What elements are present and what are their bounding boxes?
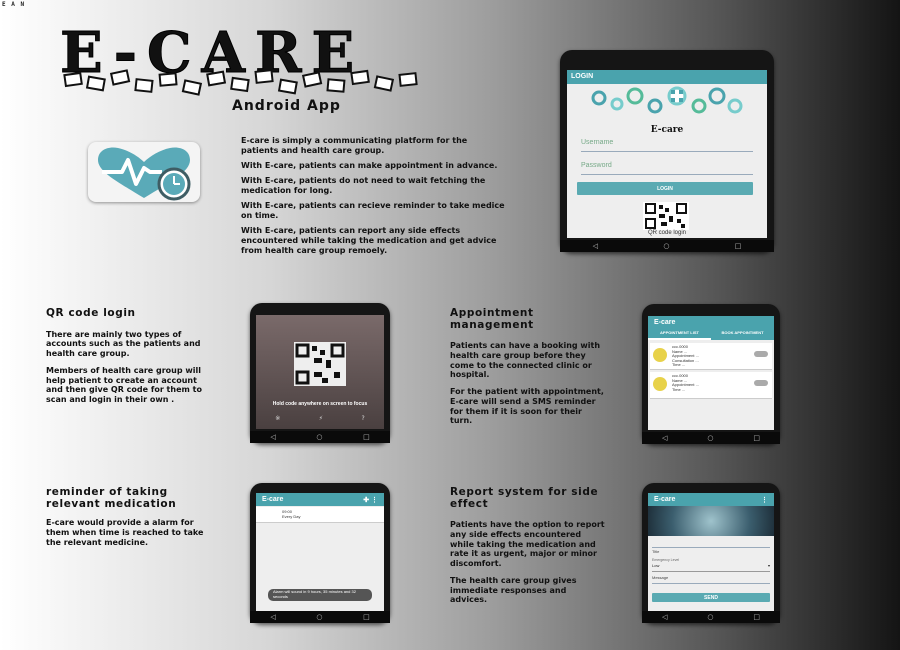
intro-paragraph: With E-care, patients do not need to wai… (241, 176, 486, 195)
report-paragraph: Patients have the option to report any s… (450, 520, 605, 569)
nav-bar: ◁ ○ □ (250, 611, 390, 623)
add-icon[interactable]: ✚ ⋮ (363, 496, 378, 504)
reminder-phone: E-care ✚ ⋮ 09:00 Every Day Alarm will so… (250, 483, 390, 623)
emergency-value: Low (652, 563, 660, 568)
dropdown-arrow-icon: ▾ (767, 563, 770, 568)
intro-paragraph: With E-care, patients can recieve remind… (241, 201, 505, 220)
scan-hint: Hold code anywhere on screen to focus (272, 401, 368, 407)
qr-pattern-icon (645, 203, 687, 229)
heartbeat-icon (98, 147, 191, 201)
alarm-repeat: Every Day (282, 514, 301, 519)
nav-bar: ◁ ○ □ (642, 432, 780, 444)
heart-clock-app-icon (88, 142, 200, 202)
login-app-name: E-care (650, 125, 684, 135)
login-phone: LOGIN E-care Username Password LOGIN QR … (560, 50, 774, 252)
item-line: Time ... (672, 386, 686, 392)
medical-banner-image (648, 506, 774, 536)
tab-appointment-list[interactable]: APPOINTMENT LIST (648, 330, 711, 340)
reminder-paragraph: E-care would provide a alarm for them wh… (46, 518, 204, 547)
qr-login-caption: QR code login (647, 230, 687, 236)
item-line: Time ... (672, 362, 686, 368)
recent-apps-icon: □ (753, 434, 760, 442)
appointment-paragraph: For the patient with appointment, E-care… (450, 387, 604, 426)
login-button[interactable]: LOGIN (577, 182, 753, 195)
tab-book-appointment[interactable]: BOOK APPOINTMENT (711, 330, 774, 340)
home-icon: ○ (316, 613, 323, 621)
home-icon: ○ (707, 434, 714, 442)
message-field[interactable] (652, 577, 770, 584)
appointment-section-title: Appointment management (450, 307, 534, 331)
appointment-phone: E-care APPOINTMENT LIST BOOK APPOINTMENT… (642, 304, 780, 444)
scanned-qr-icon (294, 342, 346, 386)
grid-icon[interactable]: ※ (275, 415, 280, 422)
nav-bar: ◁ ○ □ (642, 611, 780, 623)
password-field[interactable]: Password (581, 162, 753, 175)
back-icon: ◁ (661, 434, 668, 442)
report-appbar-title: E-care (654, 496, 676, 503)
login-appbar: LOGIN (567, 70, 767, 84)
nav-bar: ◁ ○ □ (560, 240, 774, 252)
home-icon: ○ (316, 433, 323, 441)
overflow-menu-icon[interactable]: ⋮ (761, 496, 768, 504)
decorative-squares (63, 69, 418, 96)
intro-paragraph: E-care is simply a communicating platfor… (241, 136, 468, 155)
reminder-section-title: reminder of taking relevant medication (46, 486, 177, 510)
report-phone: E-care ⋮ Title Emergency Level Low ▾ Mess… (642, 483, 780, 623)
back-icon: ◁ (592, 242, 599, 250)
qr-paragraph: Members of health care group will help p… (46, 365, 202, 405)
back-icon: ◁ (270, 433, 276, 441)
corner-tag: E A N (2, 1, 26, 8)
intro-paragraph: With E-care, patients can make appointme… (241, 161, 498, 170)
qr-section-title: QR code login (46, 307, 136, 319)
list-item[interactable]: ccc.0000 Name ... Appointment ... Time .… (650, 372, 772, 399)
home-icon: ○ (663, 242, 670, 250)
intro-paragraph: With E-care, patients can report any sid… (241, 226, 497, 255)
avatar (653, 377, 667, 391)
title-field[interactable] (652, 540, 770, 548)
item-action-button[interactable] (754, 380, 768, 386)
intro-text: E-care is simply a communicating platfor… (241, 136, 506, 261)
gears-illustration-icon (591, 86, 743, 114)
nav-bar: ◁ ○ □ (250, 431, 390, 443)
send-button[interactable]: SEND (652, 593, 770, 602)
recent-apps-icon: □ (753, 613, 760, 621)
alarm-list-item[interactable]: 09:00 Every Day (256, 507, 384, 523)
help-icon[interactable]: ? (362, 415, 365, 422)
recent-apps-icon: □ (734, 242, 742, 250)
recent-apps-icon: □ (363, 433, 370, 441)
title-label: Title (652, 549, 660, 554)
back-icon: ◁ (661, 613, 668, 621)
appointment-appbar-title: E-care (654, 319, 676, 326)
poster-subtitle: Android App (232, 98, 341, 114)
flash-icon[interactable]: ⚡ (319, 415, 323, 422)
username-field[interactable]: Username (581, 139, 753, 152)
report-paragraph: The health care group gives immediate re… (450, 575, 577, 605)
recent-apps-icon: □ (363, 613, 370, 621)
back-icon: ◁ (270, 613, 276, 621)
alarm-toast: Alarm will sound in 9 hours, 35 minutes … (268, 589, 372, 601)
reminder-appbar-title: E-care (262, 496, 284, 503)
emergency-level-select[interactable]: Low ▾ (652, 563, 770, 572)
qr-code-icon[interactable] (643, 202, 689, 230)
home-icon: ○ (707, 613, 714, 621)
qr-scan-phone: Hold code anywhere on screen to focus ※ ⚡… (250, 303, 390, 443)
item-action-button[interactable] (754, 351, 768, 357)
qr-paragraph: There are mainly two types of accounts s… (46, 329, 201, 359)
emergency-label: Emergency Level (652, 558, 680, 562)
appointment-paragraph: Patients can have a booking with health … (450, 341, 601, 380)
list-item[interactable]: ccc.0000 Name ... Appointment ... Consul… (650, 343, 772, 370)
report-section-title: Report system for side effect (450, 486, 599, 510)
avatar (653, 348, 667, 362)
